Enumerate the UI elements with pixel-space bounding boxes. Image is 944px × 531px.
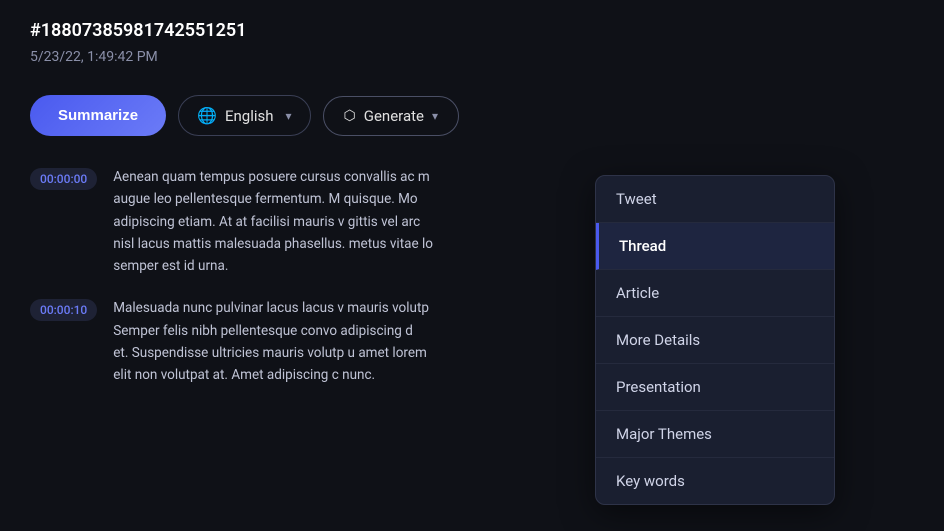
dropdown-item-key-words[interactable]: Key words: [596, 458, 834, 504]
dropdown-item-label: Major Themes: [616, 425, 712, 443]
dropdown-item-presentation[interactable]: Presentation: [596, 364, 834, 411]
dropdown-item-thread[interactable]: Thread: [596, 223, 834, 270]
dropdown-item-label: More Details: [616, 331, 700, 349]
header-section: #18807385981742551251 5/23/22, 1:49:42 P…: [30, 20, 914, 65]
dropdown-item-label: Article: [616, 284, 659, 302]
language-label: English: [225, 107, 274, 125]
timestamp: 5/23/22, 1:49:42 PM: [30, 49, 914, 65]
generate-dropdown-menu: Tweet Thread Article More Details Presen…: [595, 175, 835, 505]
entry-timestamp-badge: 00:00:00: [30, 168, 97, 190]
summarize-button[interactable]: Summarize: [30, 95, 166, 136]
globe-icon: 🌐: [197, 106, 217, 125]
toolbar: Summarize 🌐 English ▾ ⬡ Generate ▾: [30, 95, 914, 136]
dropdown-item-label: Tweet: [616, 190, 657, 208]
generate-button[interactable]: ⬡ Generate ▾: [323, 96, 460, 136]
dropdown-item-major-themes[interactable]: Major Themes: [596, 411, 834, 458]
generate-icon: ⬡: [344, 108, 356, 124]
dropdown-item-article[interactable]: Article: [596, 270, 834, 317]
dropdown-item-label: Thread: [619, 237, 666, 255]
dropdown-item-label: Presentation: [616, 378, 701, 396]
entry-timestamp-badge: 00:00:10: [30, 299, 97, 321]
language-selector[interactable]: 🌐 English ▾: [178, 95, 310, 136]
page-wrapper: #18807385981742551251 5/23/22, 1:49:42 P…: [0, 0, 944, 531]
generate-label: Generate: [364, 107, 424, 125]
generate-chevron-icon: ▾: [432, 109, 438, 123]
dropdown-item-more-details[interactable]: More Details: [596, 317, 834, 364]
dropdown-item-tweet[interactable]: Tweet: [596, 176, 834, 223]
dropdown-item-label: Key words: [616, 472, 685, 490]
language-chevron-icon: ▾: [286, 109, 292, 123]
record-id: #18807385981742551251: [30, 20, 914, 41]
